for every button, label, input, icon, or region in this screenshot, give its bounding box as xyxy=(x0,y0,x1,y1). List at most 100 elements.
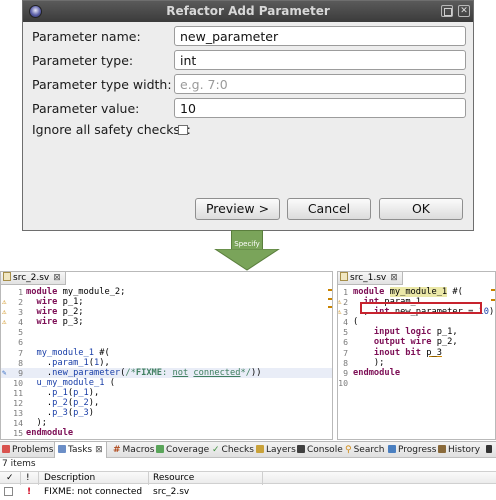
layers-icon xyxy=(256,445,264,453)
resource-cell: src_2.sv xyxy=(153,487,190,497)
tasks-panel: Problems Tasks ⊠ # Macros Coverage ✓ Checks… xyxy=(0,441,496,500)
code-line: ); xyxy=(26,418,47,429)
tab-label: Console xyxy=(307,445,343,455)
ignore-safety-checks-checkbox[interactable] xyxy=(178,125,188,135)
code-line: my_module_1 #( xyxy=(36,347,110,358)
code-line: module my_module_2; xyxy=(26,287,126,297)
overview-marker[interactable] xyxy=(491,299,495,301)
progress-icon xyxy=(388,445,396,453)
line-number: 5 xyxy=(18,327,23,338)
console-icon xyxy=(297,445,305,453)
close-tab-icon[interactable]: ⊠ xyxy=(95,445,103,455)
tab-problems[interactable]: Problems xyxy=(2,442,53,458)
more-tabs-icon[interactable] xyxy=(486,442,494,458)
tab-label: src_2.sv xyxy=(13,273,50,283)
line-number: 2 xyxy=(343,297,348,308)
overview-marker[interactable] xyxy=(328,298,332,300)
history-icon xyxy=(438,445,446,453)
overview-marker[interactable] xyxy=(491,289,495,291)
code-line: .p_2(p_2), xyxy=(26,398,100,409)
column-resource[interactable]: Resource xyxy=(153,472,194,484)
code-line: .new_parameter(/*FIXME: not connected*/)… xyxy=(26,367,262,378)
parameter-type-width-field[interactable]: e.g. 7:0 xyxy=(174,74,466,94)
tab-label: Problems xyxy=(12,445,54,455)
line-number: 9 xyxy=(343,367,348,378)
dialog-titlebar[interactable]: Refactor Add Parameter ✕ xyxy=(23,1,473,22)
column-checkbox[interactable]: ✓ xyxy=(6,472,14,484)
highlight-box xyxy=(360,302,482,314)
parameter-name-field[interactable]: new_parameter xyxy=(174,26,466,46)
column-priority[interactable]: ! xyxy=(26,472,30,484)
line-number: 3 xyxy=(343,307,348,318)
specify-label: Specify xyxy=(234,240,260,248)
close-tab-icon[interactable]: ⊠ xyxy=(53,273,61,283)
code-line: endmodule xyxy=(26,428,74,439)
line-number: 5 xyxy=(343,327,348,338)
task-icon: ✎ xyxy=(2,367,7,377)
cancel-button[interactable]: Cancel xyxy=(287,198,371,220)
parameter-type-width-label: Parameter type width: xyxy=(32,77,172,92)
code-line: input logic p_1, xyxy=(373,327,458,338)
tab-checks[interactable]: ✓ Checks xyxy=(212,442,254,458)
right-editor[interactable]: src_1.sv ⊠ 1 module my_module_1 #( ⚠ 2 int … xyxy=(337,271,496,440)
line-number: 6 xyxy=(343,337,348,348)
overview-marker[interactable] xyxy=(328,306,332,308)
line-number: 7 xyxy=(343,347,348,358)
overview-marker[interactable] xyxy=(328,289,332,291)
table-row[interactable]: ! FIXME: not connected src_2.sv xyxy=(0,485,496,499)
tab-search[interactable]: ⚲ Search xyxy=(345,442,385,458)
tab-tasks[interactable]: Tasks ⊠ xyxy=(54,442,107,458)
search-icon: ⚲ xyxy=(345,445,352,455)
tab-coverage[interactable]: Coverage xyxy=(156,442,209,458)
line-number: 3 xyxy=(18,307,23,318)
line-number: 13 xyxy=(13,408,23,419)
tab-label: Search xyxy=(353,445,385,455)
tab-label: src_1.sv xyxy=(350,273,387,283)
line-number: 9 xyxy=(18,367,23,378)
tab-label: Layers xyxy=(266,445,296,455)
tab-history[interactable]: History xyxy=(438,442,480,458)
left-editor[interactable]: src_2.sv ⊠ 1 module my_module_2; ⚠ 2 wire p… xyxy=(0,271,333,440)
tab-progress[interactable]: Progress xyxy=(388,442,436,458)
left-code-area[interactable]: 1 module my_module_2; ⚠ 2 wire p_1; ⚠ 3 wir… xyxy=(1,287,332,438)
close-icon[interactable]: ✕ xyxy=(458,5,470,17)
coverage-icon xyxy=(156,445,164,453)
preview-button[interactable]: Preview > xyxy=(195,198,280,220)
code-line: .p_1(p_1), xyxy=(26,387,100,398)
tab-layers[interactable]: Layers xyxy=(256,442,296,458)
tab-label: Macros xyxy=(122,445,155,455)
tab-label: Checks xyxy=(221,445,254,455)
close-tab-icon[interactable]: ⊠ xyxy=(390,273,398,283)
tab-console[interactable]: Console xyxy=(297,442,343,458)
line-number: 12 xyxy=(13,398,23,409)
code-line: wire p_2; xyxy=(36,307,84,318)
problems-icon xyxy=(2,445,10,453)
ok-button[interactable]: OK xyxy=(379,198,463,220)
macros-icon: # xyxy=(113,445,121,455)
parameter-name-label: Parameter name: xyxy=(32,29,141,44)
tab-label: Tasks xyxy=(68,445,93,455)
line-number: 15 xyxy=(13,428,23,439)
description-cell: FIXME: not connected xyxy=(44,487,143,497)
code-line: inout bit p_3 xyxy=(373,347,442,358)
code-line: endmodule xyxy=(353,367,401,378)
tab-label: Progress xyxy=(398,445,437,455)
arrow-head xyxy=(214,249,280,271)
line-number: 1 xyxy=(18,287,23,297)
tab-src-2[interactable]: src_2.sv ⊠ xyxy=(1,272,66,285)
tab-macros[interactable]: # Macros xyxy=(113,442,154,458)
dialog-button-row: Preview > Cancel OK xyxy=(23,191,473,231)
checks-icon: ✓ xyxy=(212,445,220,455)
maximize-icon[interactable] xyxy=(441,5,453,17)
column-description[interactable]: Description xyxy=(44,472,95,484)
code-line: output wire p_2, xyxy=(373,337,458,348)
ignore-safety-checks-label: Ignore all safety checks?: xyxy=(32,122,191,137)
task-checkbox[interactable] xyxy=(4,487,13,496)
parameter-type-label: Parameter type: xyxy=(32,53,134,68)
line-number: 1 xyxy=(343,287,348,297)
parameter-type-field[interactable]: int xyxy=(174,50,466,70)
specify-arrow: Specify xyxy=(214,230,280,272)
tab-src-1[interactable]: src_1.sv ⊠ xyxy=(338,272,403,285)
warning-icon: ⚠ xyxy=(2,317,7,327)
parameter-value-field[interactable]: 10 xyxy=(174,98,466,118)
